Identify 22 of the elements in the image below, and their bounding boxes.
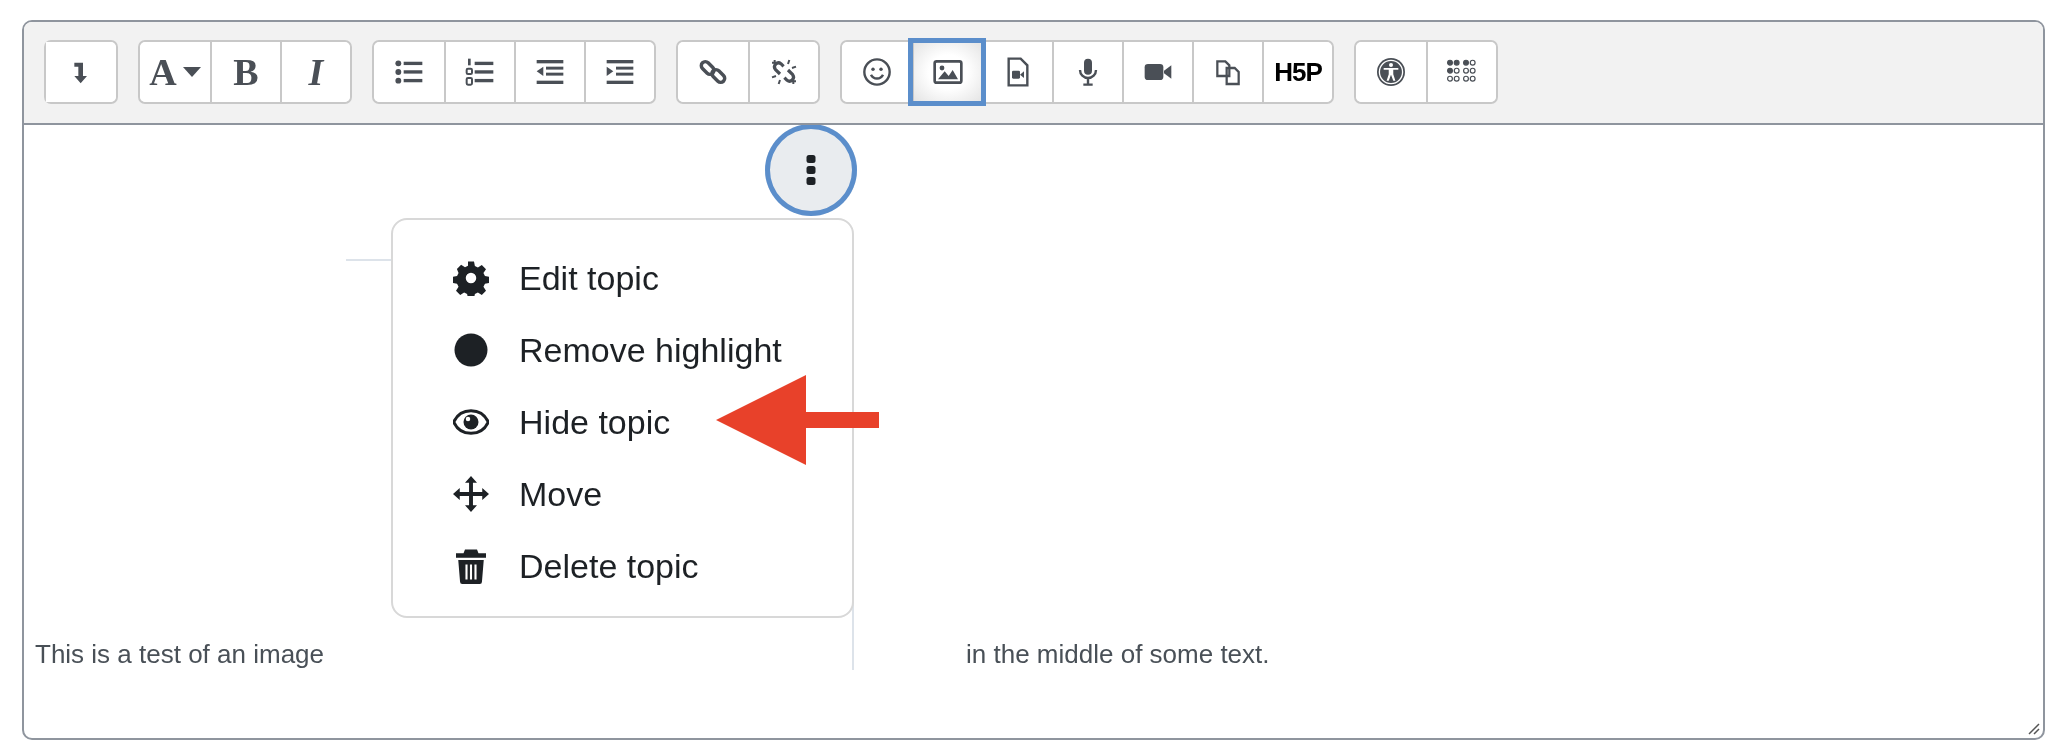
circle-icon (453, 332, 490, 368)
menu-item[interactable]: Remove highlight (393, 314, 853, 386)
gear-icon (453, 260, 490, 296)
braille-button[interactable] (1426, 42, 1496, 102)
menu-item[interactable]: Move (393, 458, 853, 530)
return-button[interactable] (46, 42, 116, 102)
italic-button[interactable]: I (280, 42, 350, 102)
indent-button[interactable] (584, 42, 654, 102)
menu-item[interactable]: Delete topic (393, 530, 853, 602)
smiley-icon (861, 56, 893, 88)
editor-text: This is a test of an image (35, 638, 325, 670)
h5p-button[interactable]: H5P (1262, 42, 1332, 102)
editor-text: in the middle of some text. (966, 638, 1270, 670)
caret-icon (182, 67, 201, 77)
kebab-icon (806, 155, 817, 185)
accessibility-icon (1375, 56, 1407, 88)
menu-item[interactable]: Edit topic (393, 242, 853, 314)
resize-handle[interactable] (2026, 721, 2040, 735)
move-arrows-icon (453, 476, 490, 512)
menu-item[interactable]: Hide topic (393, 386, 853, 458)
unlink-button[interactable] (748, 42, 818, 102)
numbered-list-icon (464, 56, 496, 88)
